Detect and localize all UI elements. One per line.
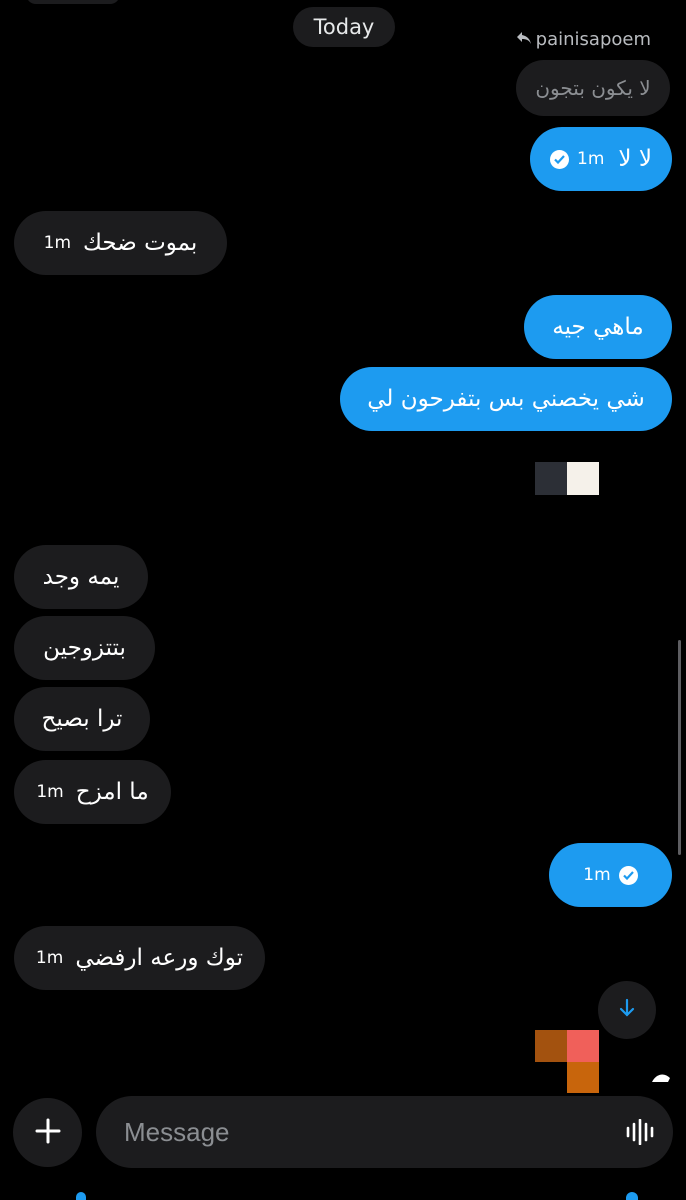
message-bubble-incoming[interactable]: 1m بموت ضحك <box>14 211 227 275</box>
message-time: 1m <box>35 948 64 968</box>
reply-quote-text: لا يكون بتجون <box>535 76 651 100</box>
reply-handle: painisapoem <box>535 28 651 50</box>
plus-icon <box>35 1118 61 1148</box>
message-text: يمه وجد <box>42 564 120 590</box>
message-text: ترا بصيح <box>41 706 123 732</box>
scrollbar[interactable] <box>678 640 681 855</box>
message-text: توك ورعه ارفضي <box>75 945 244 971</box>
check-circle-icon <box>550 149 570 169</box>
reply-quoted-message[interactable]: لا يكون بتجون <box>516 60 670 116</box>
message-bubble-outgoing[interactable]: ماهي جيه <box>524 295 672 359</box>
reply-context[interactable]: painisapoem <box>516 26 651 52</box>
add-attachment-button[interactable] <box>13 1098 82 1167</box>
message-text: لا لا <box>618 146 652 172</box>
message-composer[interactable] <box>96 1096 673 1168</box>
message-time: 1m <box>36 782 64 802</box>
message-bubble-outgoing[interactable]: شي يخصني بس بتفرحون لي <box>340 367 672 431</box>
previous-message-edge <box>26 0 120 4</box>
message-time: 1m <box>577 149 605 169</box>
message-meta: 1m <box>550 149 604 169</box>
message-input[interactable] <box>122 1115 606 1149</box>
message-bubble-incoming[interactable]: 1m ما امزح <box>14 760 171 824</box>
message-text: بتتزوجين <box>43 635 126 661</box>
reply-arrow-icon <box>516 29 532 50</box>
message-text: شي يخصني بس بتفرحون لي <box>367 386 645 412</box>
message-bubble-incoming[interactable]: يمه وجد <box>14 545 148 609</box>
message-meta: 1m <box>583 865 638 885</box>
redacted-image <box>535 462 599 495</box>
message-text: ماهي جيه <box>552 314 644 340</box>
redacted-image <box>535 1030 599 1093</box>
message-bubble-outgoing[interactable]: 1m <box>549 843 672 907</box>
message-time: 1m <box>43 233 72 253</box>
message-bubble-incoming[interactable]: بتتزوجين <box>14 616 155 680</box>
voice-wave-icon[interactable] <box>625 1118 655 1149</box>
message-time: 1m <box>583 865 611 885</box>
nav-indicator <box>626 1192 638 1200</box>
check-circle-icon <box>618 865 638 885</box>
date-separator: Today <box>293 7 395 47</box>
message-text: بموت ضحك <box>83 230 198 256</box>
message-bubble-outgoing[interactable]: 1m لا لا <box>530 127 672 191</box>
date-label: Today <box>313 15 375 39</box>
nav-indicator <box>76 1192 86 1200</box>
message-bubble-incoming[interactable]: 1m توك ورعه ارفضي <box>14 926 265 990</box>
arrow-down-icon <box>618 998 636 1022</box>
message-text: ما امزح <box>75 779 149 805</box>
partial-reaction-icon <box>650 1070 672 1090</box>
message-bubble-incoming[interactable]: ترا بصيح <box>14 687 150 751</box>
scroll-to-bottom-button[interactable] <box>598 981 656 1039</box>
